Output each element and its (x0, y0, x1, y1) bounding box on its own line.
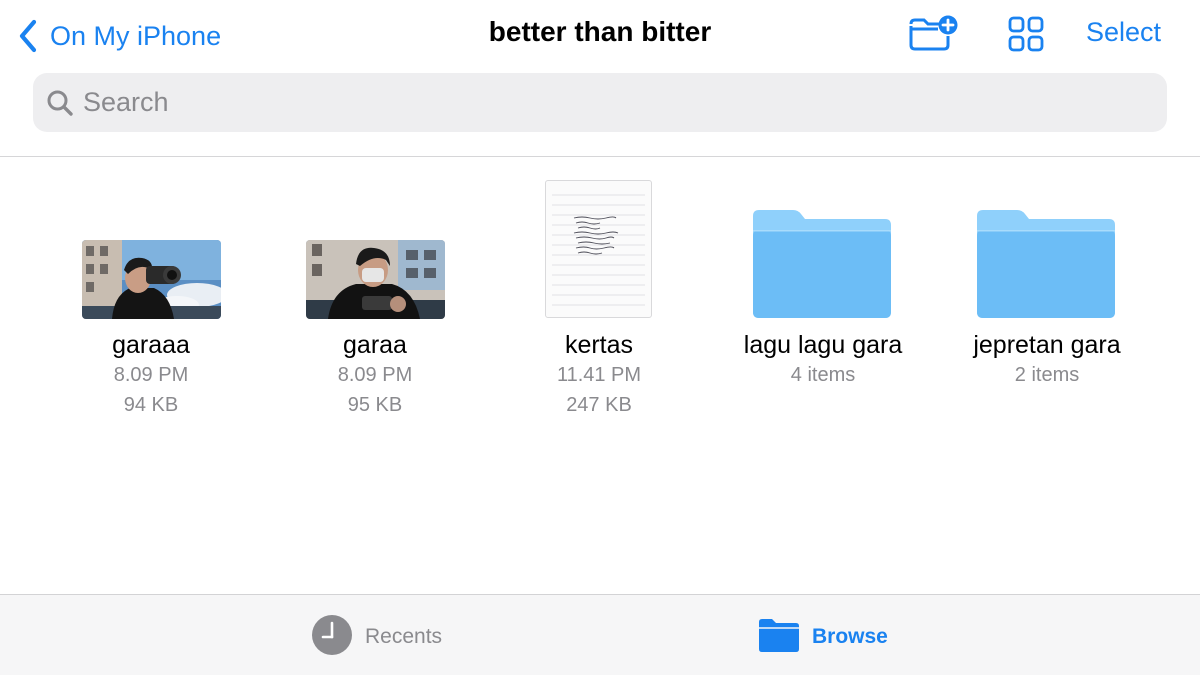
square-grid-2x2-icon (1008, 16, 1044, 57)
item-name: garaa (343, 331, 407, 359)
item-size: 247 KB (566, 394, 632, 416)
item-size: 95 KB (347, 394, 403, 416)
document-thumbnail (545, 180, 652, 318)
tab-browse[interactable]: Browse (758, 615, 888, 659)
view-options-button[interactable] (1003, 14, 1049, 58)
tab-label: Browse (812, 625, 888, 648)
item-name: garaaa (112, 331, 190, 359)
item-count: 2 items (1014, 364, 1080, 386)
item-date: 8.09 PM (337, 364, 413, 386)
search-icon (45, 88, 75, 118)
file-item-kertas[interactable]: kertas 11.41 PM 247 KB (499, 172, 699, 420)
folder-item-lagu-lagu-gara[interactable]: lagu lagu gara 4 items (723, 172, 923, 390)
search-bar[interactable] (33, 73, 1167, 132)
item-size: 94 KB (123, 394, 179, 416)
photo-thumbnail (306, 240, 445, 319)
item-name: lagu lagu gara (743, 331, 903, 359)
clock-icon (311, 614, 353, 661)
item-name: kertas (564, 331, 634, 359)
item-count: 4 items (790, 364, 856, 386)
item-date: 11.41 PM (556, 364, 642, 386)
item-date: 8.09 PM (113, 364, 189, 386)
chevron-left-icon (18, 19, 38, 53)
folder-badge-plus-icon (908, 14, 958, 57)
divider (0, 156, 1200, 157)
tab-label: Recents (365, 625, 443, 648)
folder-icon (977, 208, 1117, 320)
back-label: On My iPhone (50, 20, 222, 51)
file-item-garaa[interactable]: garaa 8.09 PM 95 KB (275, 172, 475, 420)
folder-item-jepretan-gara[interactable]: jepretan gara 2 items (947, 172, 1147, 390)
back-button[interactable]: On My iPhone (18, 14, 221, 58)
tab-bar: Recents Browse (0, 594, 1200, 675)
new-folder-button[interactable] (906, 14, 960, 56)
folder-icon (753, 208, 893, 320)
files-app-screen: On My iPhone better than bitter Select S… (0, 0, 1200, 675)
item-name: jepretan gara (973, 331, 1121, 359)
select-button[interactable]: Select (1086, 17, 1161, 48)
file-item-garaaa[interactable]: garaaa 8.09 PM 94 KB (51, 172, 251, 420)
tab-recents[interactable]: Recents (311, 614, 443, 661)
navigation-bar: On My iPhone better than bitter Select (0, 0, 1200, 72)
folder-fill-icon (758, 617, 800, 658)
search-input[interactable] (83, 82, 1123, 123)
photo-thumbnail (82, 240, 221, 319)
